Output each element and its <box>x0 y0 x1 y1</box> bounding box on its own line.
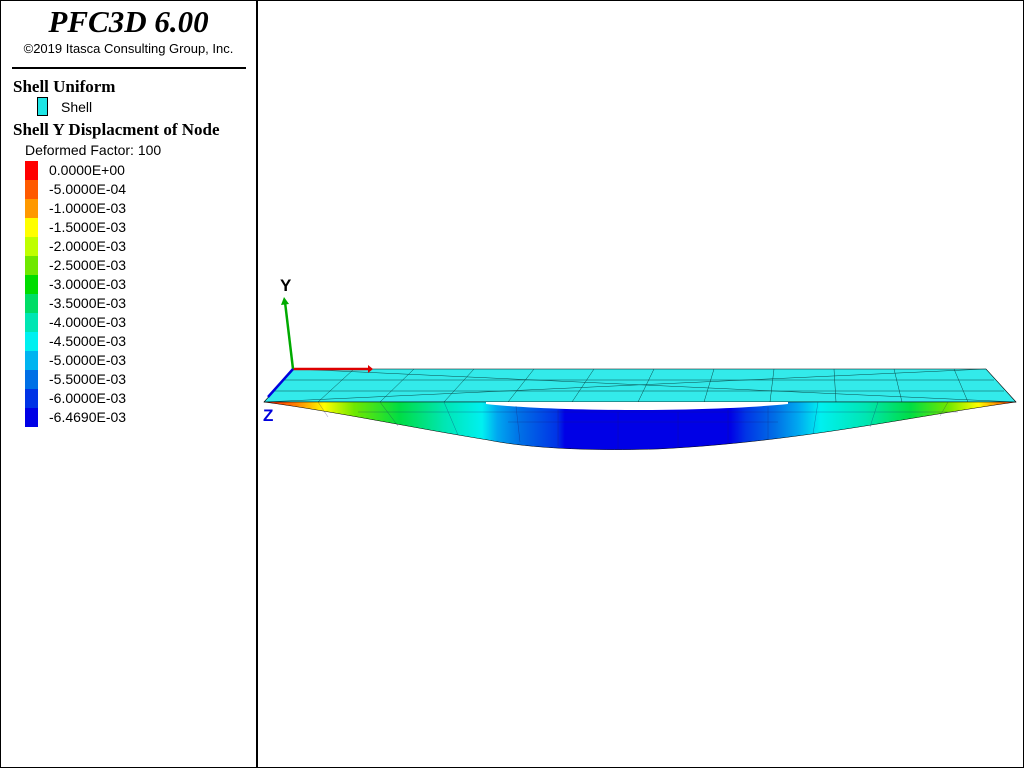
scale-value-label: 0.0000E+00 <box>49 162 125 178</box>
deformed-factor-label: Deformed Factor: 100 <box>25 142 162 158</box>
plot-frame: PFC3D 6.00 ©2019 Itasca Consulting Group… <box>0 0 1024 768</box>
scale-swatch <box>25 313 38 332</box>
scale-swatch <box>25 351 38 370</box>
scale-swatch <box>25 275 38 294</box>
scale-value-label: -6.0000E-03 <box>49 390 127 406</box>
displacement-heading: Shell Y Displacment of Node <box>13 120 220 139</box>
scale-swatch <box>25 256 38 275</box>
scale-swatch <box>25 199 38 218</box>
scale-value-label: -6.4690E-03 <box>49 409 127 425</box>
scale-swatch <box>25 180 38 199</box>
scale-value-label: -3.5000E-03 <box>49 295 127 311</box>
scale-value-label: -5.5000E-03 <box>49 371 127 387</box>
scale-swatch <box>25 332 38 351</box>
scale-swatch <box>25 408 38 427</box>
scale-value-label: -4.5000E-03 <box>49 333 127 349</box>
scale-swatch <box>25 294 38 313</box>
title-divider <box>12 67 246 69</box>
legend-panel: PFC3D 6.00 ©2019 Itasca Consulting Group… <box>1 1 258 767</box>
scale-value-label: -2.0000E-03 <box>49 238 127 254</box>
scale-value-label: -1.0000E-03 <box>49 200 127 216</box>
shell-uniform-label: Shell <box>61 99 93 115</box>
scale-value-label: -4.0000E-03 <box>49 314 127 330</box>
y-axis-arrow <box>281 297 289 305</box>
scale-value-label: -1.5000E-03 <box>49 219 127 235</box>
scale-swatch <box>25 218 38 237</box>
app-title: PFC3D 6.00 <box>48 4 209 39</box>
y-axis-label: Y <box>280 276 292 295</box>
copyright-text: ©2019 Itasca Consulting Group, Inc. <box>23 41 234 56</box>
scale-swatch <box>25 161 38 180</box>
model-render: Y Z <box>263 276 1017 450</box>
scale-swatch <box>25 370 38 389</box>
y-axis-line <box>283 301 295 370</box>
shell-uniform-heading: Shell Uniform <box>13 77 116 96</box>
scale-swatch <box>25 237 38 256</box>
scale-value-label: -5.0000E-04 <box>49 181 127 197</box>
shell-color-swatch <box>37 97 48 116</box>
model-viewport[interactable]: Y Z <box>258 2 1023 767</box>
z-axis-label: Z <box>263 406 273 425</box>
scale-value-label: -5.0000E-03 <box>49 352 127 368</box>
scale-swatch <box>25 389 38 408</box>
scale-value-label: -3.0000E-03 <box>49 276 127 292</box>
scale-value-label: -2.5000E-03 <box>49 257 127 273</box>
